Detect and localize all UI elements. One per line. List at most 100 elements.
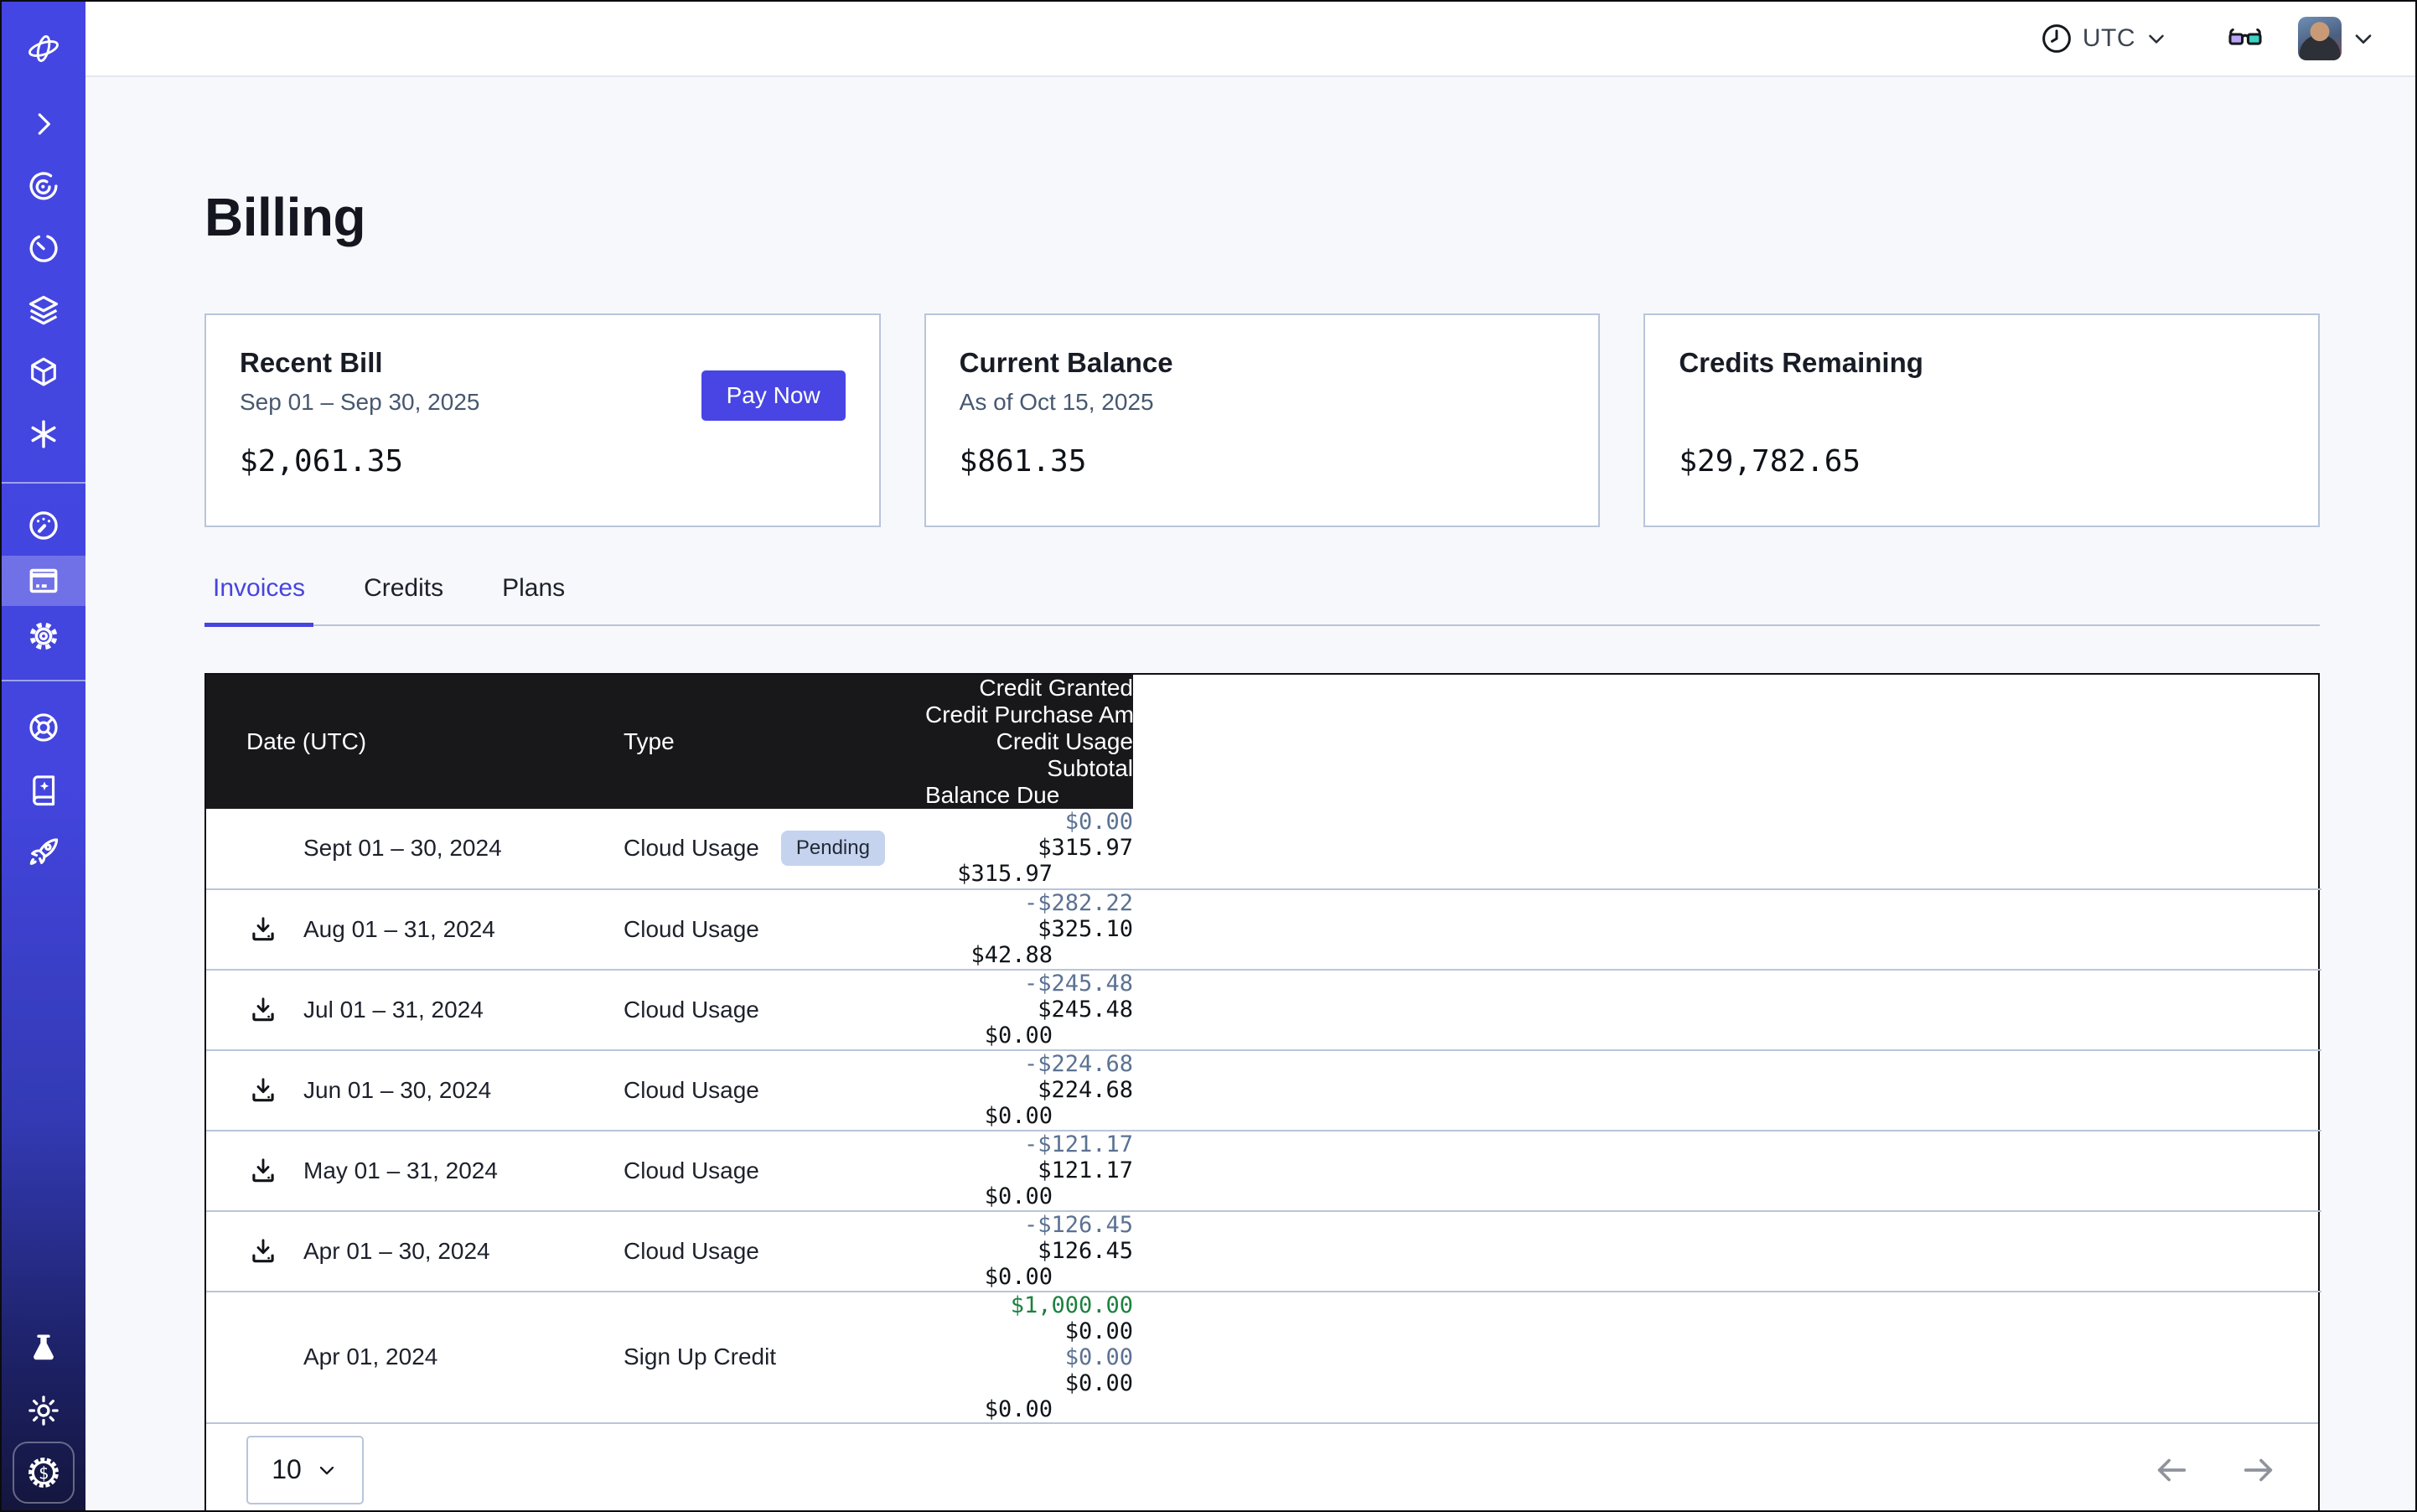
- timezone-label: UTC: [2083, 24, 2135, 53]
- download-invoice-button[interactable]: [246, 1154, 280, 1188]
- card-amount: $29,782.65: [1679, 444, 2285, 479]
- sidebar-item-docs[interactable]: [2, 759, 85, 821]
- card-amount: $2,061.35: [240, 444, 846, 479]
- chevron-down-icon: [2144, 26, 2169, 51]
- settings-gear-icon: [25, 618, 62, 655]
- column-header-credit-usage: Credit Usage: [925, 728, 1133, 755]
- card-amount: $861.35: [960, 444, 1566, 479]
- credits-badge-icon: $: [24, 1453, 63, 1492]
- tab-invoices[interactable]: Invoices: [204, 574, 313, 627]
- chevron-down-icon[interactable]: [2350, 25, 2377, 52]
- rocket-icon: [25, 833, 62, 870]
- column-header-type: Type: [624, 675, 925, 809]
- radar-icon: [26, 168, 61, 204]
- credit-granted-value: $1,000.00: [925, 1292, 1133, 1318]
- sidebar-item-quickstart[interactable]: [2, 821, 85, 883]
- subtotal-value: $224.68: [925, 1077, 1133, 1103]
- subtotal-value: $315.97: [925, 835, 1133, 861]
- sidebar-item-monitor[interactable]: [2, 155, 85, 217]
- card-title: Credits Remaining: [1679, 347, 2285, 379]
- table-row: Jun 01 – 30, 2024 Cloud Usage -$224.68 $…: [206, 1050, 2321, 1131]
- page-size-value: 10: [272, 1454, 302, 1485]
- credit-usage-value: -$121.17: [925, 1131, 1133, 1157]
- download-invoice-button[interactable]: [246, 993, 280, 1027]
- reader-mode-toggle[interactable]: [2221, 19, 2269, 58]
- billing-card-icon: [25, 562, 62, 599]
- invoice-type: Cloud Usage: [624, 1157, 759, 1184]
- flask-icon: [26, 1331, 61, 1366]
- download-icon: [248, 1236, 278, 1266]
- sidebar-item-services[interactable]: [2, 403, 85, 465]
- sidebar-item-deployments[interactable]: [2, 341, 85, 403]
- sidebar-item-credits[interactable]: $: [13, 1442, 75, 1504]
- card-subtitle: As of Oct 15, 2025: [960, 389, 1566, 417]
- sidebar-item-theme[interactable]: [2, 1380, 85, 1442]
- sidebar: $: [2, 2, 85, 1510]
- credit-usage-value: -$126.45: [925, 1212, 1133, 1238]
- column-header-credit-granted: Credit Granted: [925, 675, 1133, 702]
- column-header-date: Date (UTC): [206, 675, 624, 809]
- download-invoice-button[interactable]: [246, 1074, 280, 1107]
- download-icon: [248, 1075, 278, 1106]
- credit-usage-value: -$282.22: [925, 890, 1133, 916]
- summary-cards: Recent Bill Sep 01 – Sep 30, 2025 $2,061…: [204, 313, 2320, 527]
- svg-text:$: $: [39, 1463, 49, 1483]
- column-header-balance-due: Balance Due: [925, 782, 1133, 809]
- invoice-date: Jun 01 – 30, 2024: [303, 1077, 491, 1104]
- invoice-type: Cloud Usage: [624, 1238, 759, 1265]
- card-subtitle: [1679, 389, 2285, 417]
- topbar: UTC: [85, 2, 2415, 77]
- page-size-select[interactable]: 10: [246, 1436, 364, 1504]
- previous-page-button[interactable]: [2152, 1451, 2191, 1489]
- clock-icon: [2039, 21, 2074, 56]
- sidebar-item-usage[interactable]: [2, 495, 85, 556]
- invoice-type: Cloud Usage: [624, 997, 759, 1023]
- download-icon: [248, 914, 278, 945]
- subtotal-value: $325.10: [925, 916, 1133, 942]
- timezone-selector[interactable]: UTC: [2039, 21, 2169, 56]
- credit-usage-value: $0.00: [925, 809, 1133, 835]
- avatar[interactable]: [2298, 17, 2342, 60]
- invoice-date: Sept 01 – 30, 2024: [303, 835, 502, 862]
- tab-credits[interactable]: Credits: [355, 574, 452, 627]
- balance-due-value: $0.00: [925, 1396, 1133, 1422]
- sidebar-item-labs[interactable]: [2, 1318, 85, 1380]
- invoice-type: Sign Up Credit: [624, 1344, 776, 1370]
- table-header-row: Date (UTC) Type Credit Granted Credit Pu…: [206, 675, 2321, 809]
- arrow-right-icon: [2239, 1451, 2278, 1489]
- column-header-credit-purchase: Credit Purchase Amount: [925, 702, 1133, 728]
- credit-purchase-value: $0.00: [925, 1318, 1133, 1344]
- balance-due-value: $0.00: [925, 1183, 1133, 1209]
- sidebar-item-support[interactable]: [2, 696, 85, 759]
- download-icon: [248, 1156, 278, 1186]
- invoice-date: Aug 01 – 31, 2024: [303, 916, 495, 943]
- sidebar-item-settings[interactable]: [2, 606, 85, 666]
- current-balance-card: Current Balance As of Oct 15, 2025 $861.…: [924, 313, 1601, 527]
- balance-due-value: $0.00: [925, 1264, 1133, 1290]
- table-row: Jul 01 – 31, 2024 Cloud Usage -$245.48 $…: [206, 970, 2321, 1050]
- main-content: Billing Recent Bill Sep 01 – Sep 30, 202…: [85, 77, 2415, 1510]
- sidebar-divider: [2, 680, 85, 681]
- subtotal-value: $121.17: [925, 1157, 1133, 1183]
- download-icon: [248, 995, 278, 1025]
- download-invoice-button[interactable]: [246, 1235, 280, 1268]
- credit-usage-value: $0.00: [925, 1344, 1133, 1370]
- pay-now-button[interactable]: Pay Now: [701, 370, 846, 421]
- sidebar-item-expand[interactable]: [2, 93, 85, 155]
- gauge-icon: [26, 508, 61, 543]
- invoice-date: Apr 01, 2024: [303, 1344, 437, 1370]
- next-page-button[interactable]: [2239, 1451, 2278, 1489]
- invoice-date: Apr 01 – 30, 2024: [303, 1238, 490, 1265]
- sidebar-divider: [2, 482, 85, 484]
- tab-plans[interactable]: Plans: [494, 574, 573, 627]
- sidebar-item-timer[interactable]: [2, 217, 85, 279]
- pagination-bar: 10: [206, 1422, 2318, 1511]
- lifebuoy-icon: [26, 710, 61, 745]
- download-invoice-button[interactable]: [246, 913, 280, 946]
- subtotal-value: $245.48: [925, 997, 1133, 1023]
- sidebar-item-layers[interactable]: [2, 279, 85, 341]
- app-window: $ UTC: [0, 0, 2417, 1512]
- table-row: May 01 – 31, 2024 Cloud Usage -$121.17 $…: [206, 1131, 2321, 1211]
- logo-mark[interactable]: [2, 27, 85, 70]
- sidebar-item-billing[interactable]: [2, 556, 85, 606]
